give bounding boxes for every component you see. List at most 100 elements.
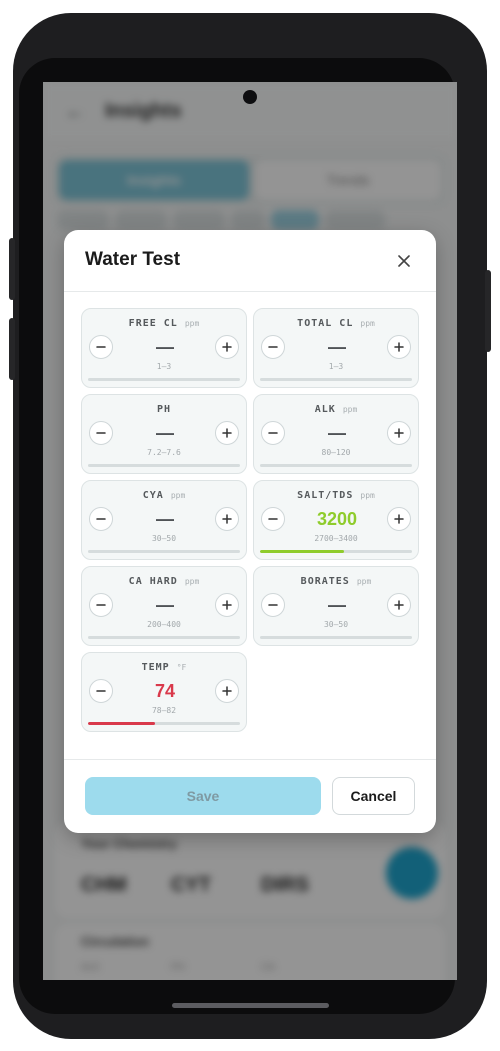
test-unit: °F [176,663,187,672]
footer-divider [64,759,436,760]
increment-button[interactable] [387,421,411,445]
decrement-button[interactable] [89,593,113,617]
test-value[interactable]: — [122,593,208,617]
volume-down-button [9,318,15,380]
increment-button[interactable] [215,421,239,445]
level-track [88,378,240,381]
test-range: 200–400 [147,620,181,629]
minus-icon [96,346,106,348]
test-name: SALT/TDS [297,490,354,501]
plus-icon [222,686,232,696]
test-label: SALT/TDS ppm [254,490,418,501]
level-track [260,464,412,467]
water-test-modal: Water Test FREE CL ppm — 1–3 TOTAL CL ppm — 1… [64,230,436,833]
test-range: 78–82 [151,706,177,715]
test-label: FREE CL ppm [82,318,246,329]
test-range: 80–120 [321,448,351,457]
test-tile-free-cl: FREE CL ppm — 1–3 [81,308,247,388]
decrement-button[interactable] [261,593,285,617]
test-name: CA HARD [128,576,178,587]
test-tile-ph: PH — 7.2–7.6 [81,394,247,474]
minus-icon [96,690,106,692]
test-tile-cya: CYA ppm — 30–50 [81,480,247,560]
test-unit: ppm [184,319,200,328]
minus-icon [268,604,278,606]
test-unit: ppm [360,319,375,328]
test-label: TOTAL CL ppm [254,318,418,329]
test-value[interactable]: — [122,507,208,531]
test-tile-ca-hard: CA HARD ppm — 200–400 [81,566,247,646]
test-name: FREE CL [128,318,178,329]
decrement-button[interactable] [261,421,285,445]
test-tile-temp: TEMP °F 74 78–82 [81,652,247,732]
test-value[interactable]: — [294,593,380,617]
volume-up-button [9,238,15,300]
decrement-button[interactable] [89,507,113,531]
test-unit: ppm [360,491,375,500]
test-name: TOTAL CL [297,318,354,329]
test-range: 1–3 [328,362,344,371]
plus-icon [222,514,232,524]
test-range: 2700–3400 [314,534,358,543]
level-fill [260,550,344,553]
test-unit: ppm [184,577,200,586]
close-button[interactable] [390,247,418,275]
test-tile-salt-tds: SALT/TDS ppm 3200 2700–3400 [253,480,419,560]
increment-button[interactable] [215,507,239,531]
power-button [485,270,491,352]
increment-button[interactable] [215,593,239,617]
save-button[interactable]: Save [85,777,321,815]
test-value[interactable]: — [294,335,380,359]
decrement-button[interactable] [261,507,285,531]
cancel-button[interactable]: Cancel [332,777,415,815]
test-label: BORATES ppm [254,576,418,587]
increment-button[interactable] [215,679,239,703]
test-name: PH [156,404,172,415]
home-indicator[interactable] [172,1003,329,1008]
decrement-button[interactable] [261,335,285,359]
plus-icon [394,514,404,524]
close-icon [398,255,410,267]
plus-icon [394,428,404,438]
test-range: 30–50 [323,620,349,629]
test-label: PH [82,404,246,415]
test-unit: ppm [342,405,358,414]
test-unit: ppm [356,577,372,586]
test-name: ALK [314,404,336,415]
test-range: 7.2–7.6 [147,448,181,457]
test-tile-borates: BORATES ppm — 30–50 [253,566,419,646]
increment-button[interactable] [215,335,239,359]
front-camera [243,90,257,104]
test-range: 1–3 [156,362,172,371]
header-divider [64,291,436,292]
increment-button[interactable] [387,335,411,359]
test-value[interactable]: 3200 [294,507,380,531]
level-track [260,636,412,639]
decrement-button[interactable] [89,335,113,359]
decrement-button[interactable] [89,421,113,445]
test-value[interactable]: 74 [122,679,208,703]
test-value[interactable]: — [122,421,208,445]
increment-button[interactable] [387,593,411,617]
test-tile-total-cl: TOTAL CL ppm — 1–3 [253,308,419,388]
plus-icon [222,428,232,438]
minus-icon [268,346,278,348]
level-track [260,550,412,553]
test-value[interactable]: — [122,335,208,359]
minus-icon [96,432,106,434]
test-unit: ppm [170,491,186,500]
increment-button[interactable] [387,507,411,531]
test-label: TEMP °F [82,662,246,673]
level-track [88,722,240,725]
minus-icon [268,432,278,434]
test-label: ALK ppm [254,404,418,415]
plus-icon [222,342,232,352]
minus-icon [268,518,278,520]
test-range: 30–50 [151,534,177,543]
test-name: BORATES [300,576,350,587]
test-label: CA HARD ppm [82,576,246,587]
decrement-button[interactable] [89,679,113,703]
test-label: CYA ppm [82,490,246,501]
level-track [88,464,240,467]
test-value[interactable]: — [294,421,380,445]
